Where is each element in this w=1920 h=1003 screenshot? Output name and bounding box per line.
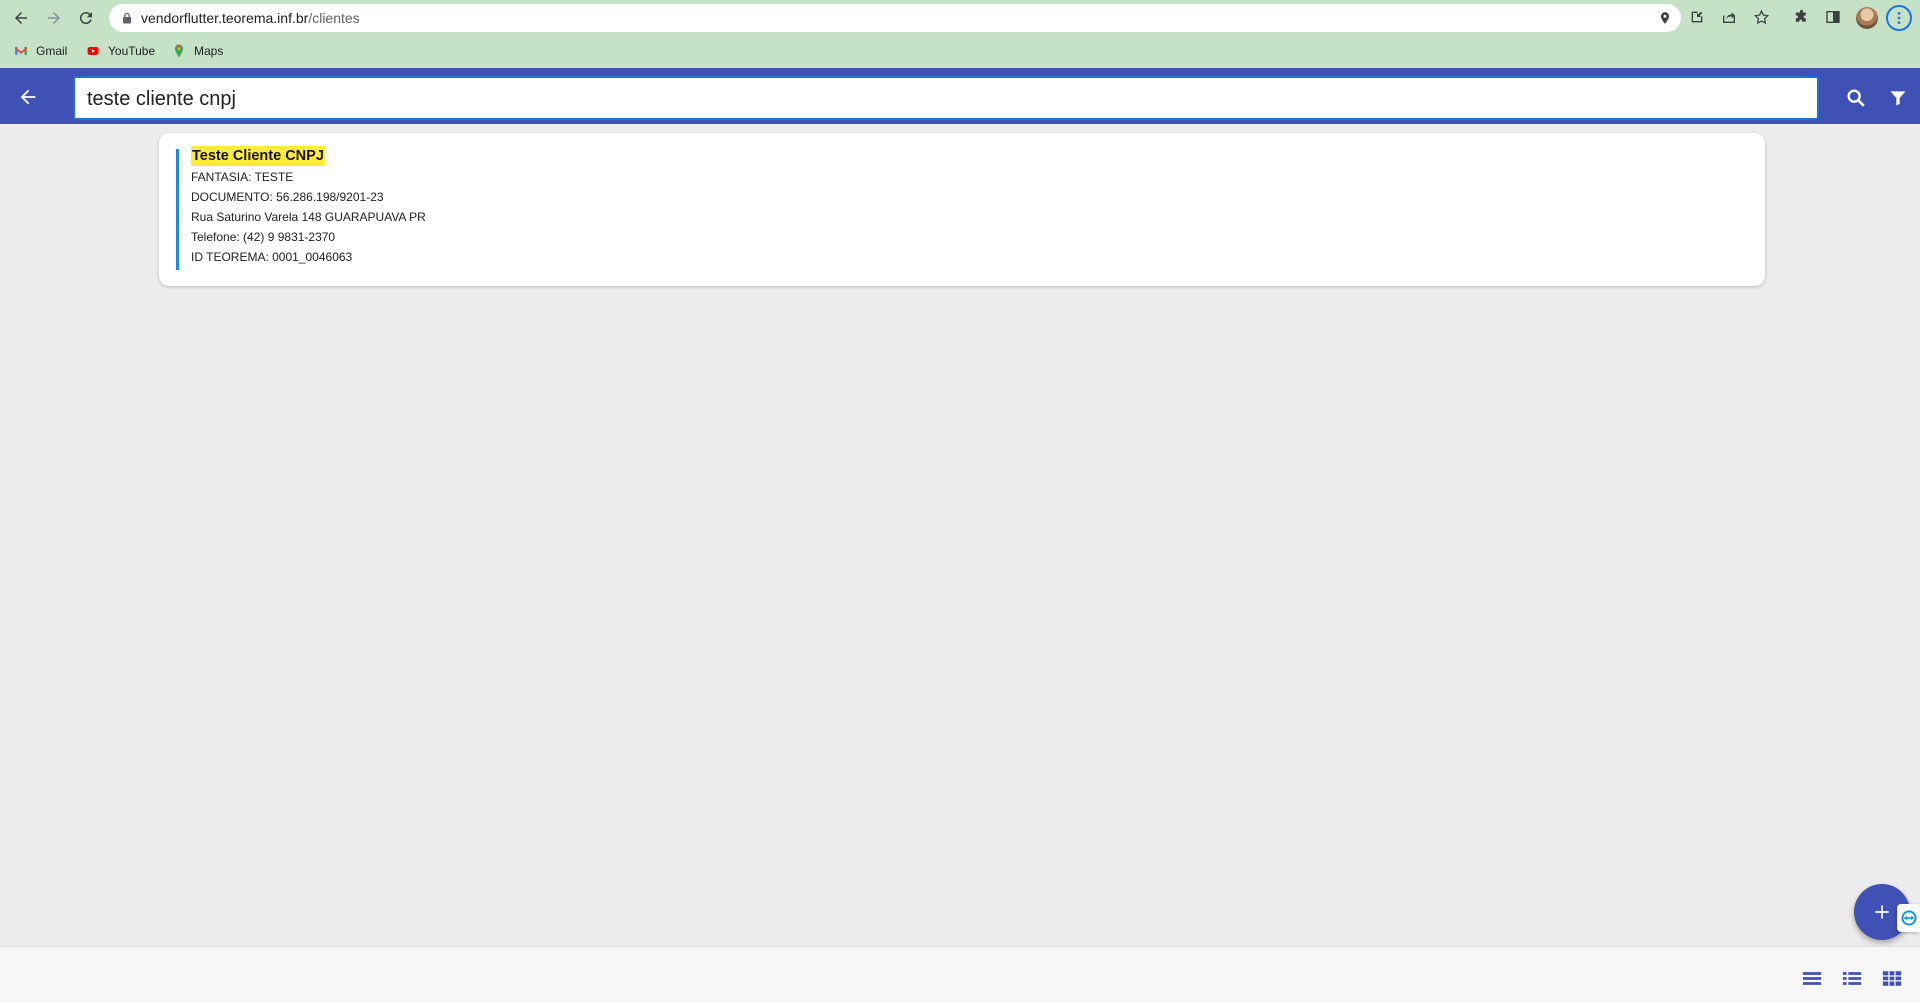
view-module-icon bbox=[1882, 970, 1902, 986]
youtube-icon bbox=[85, 43, 101, 59]
bookmark-youtube[interactable]: YouTube bbox=[85, 43, 155, 59]
lock-icon bbox=[123, 12, 131, 24]
url-text: vendorflutter.teorema.inf.br/clientes bbox=[141, 10, 360, 26]
bookmark-star-icon[interactable] bbox=[1752, 8, 1770, 26]
search-field[interactable] bbox=[73, 76, 1819, 120]
view-mode-bar bbox=[0, 946, 1920, 1003]
view-compact-list-button[interactable] bbox=[1801, 968, 1823, 988]
url-path: /clientes bbox=[308, 10, 360, 26]
app-bar bbox=[0, 68, 1920, 124]
view-headline-icon bbox=[1802, 971, 1822, 985]
arrow-back-icon bbox=[20, 89, 36, 105]
maps-icon bbox=[171, 43, 187, 59]
extensions-icon[interactable] bbox=[1792, 8, 1810, 26]
plus-icon bbox=[1875, 905, 1889, 919]
address-bar[interactable]: vendorflutter.teorema.inf.br/clientes bbox=[109, 4, 1681, 32]
install-app-icon[interactable] bbox=[1688, 8, 1706, 26]
side-panel-icon[interactable] bbox=[1824, 8, 1842, 26]
view-grid-button[interactable] bbox=[1881, 968, 1903, 988]
bookmarks-bar: Gmail YouTube Maps bbox=[0, 36, 1920, 68]
client-endereco: Rua Saturino Varela 148 GUARAPUAVA PR bbox=[191, 210, 426, 224]
bookmark-label: Gmail bbox=[36, 44, 68, 58]
gmail-icon bbox=[13, 43, 29, 59]
teamviewer-icon[interactable] bbox=[1897, 904, 1920, 932]
arrow-right-icon bbox=[48, 12, 60, 24]
client-fantasia: FANTASIA: TESTE bbox=[191, 170, 294, 184]
client-telefone: Telefone: (42) 9 9831-2370 bbox=[191, 230, 336, 244]
view-list-button[interactable] bbox=[1841, 968, 1863, 988]
filter-button[interactable] bbox=[1886, 86, 1910, 110]
results-area: Teste Cliente CNPJ FANTASIA: TESTE DOCUM… bbox=[4, 124, 1916, 946]
card-accent-bar bbox=[176, 149, 179, 270]
browser-back-button[interactable] bbox=[8, 5, 34, 31]
more-vert-icon bbox=[1897, 12, 1901, 24]
client-name: Teste Cliente CNPJ bbox=[191, 146, 325, 166]
share-icon[interactable] bbox=[1720, 8, 1738, 26]
browser-reload-button[interactable] bbox=[73, 5, 99, 31]
client-id-teorema: ID TEOREMA: 0001_0046063 bbox=[191, 250, 353, 264]
browser-toolbar: vendorflutter.teorema.inf.br/clientes bbox=[0, 0, 1920, 36]
search-button[interactable] bbox=[1844, 86, 1868, 110]
back-button[interactable] bbox=[14, 83, 42, 111]
browser-menu-button[interactable] bbox=[1886, 5, 1912, 31]
url-host: vendorflutter.teorema.inf.br bbox=[141, 10, 309, 26]
location-icon[interactable] bbox=[1658, 11, 1672, 25]
bookmark-label: Maps bbox=[194, 44, 224, 58]
client-documento: DOCUMENTO: 56.286.198/9201-23 bbox=[191, 190, 384, 204]
client-card[interactable]: Teste Cliente CNPJ FANTASIA: TESTE DOCUM… bbox=[159, 133, 1765, 286]
bookmark-gmail[interactable]: Gmail bbox=[13, 43, 67, 59]
filter-icon bbox=[1890, 91, 1906, 106]
reload-icon bbox=[79, 12, 92, 25]
arrow-left-icon bbox=[15, 12, 27, 24]
bookmark-label: YouTube bbox=[108, 44, 156, 58]
search-input[interactable] bbox=[87, 86, 1787, 112]
search-icon bbox=[1847, 89, 1865, 107]
profile-avatar[interactable] bbox=[1856, 7, 1878, 29]
view-list-icon bbox=[1842, 971, 1862, 985]
bookmark-maps[interactable]: Maps bbox=[171, 43, 223, 59]
card-body: Teste Cliente CNPJ FANTASIA: TESTE DOCUM… bbox=[191, 146, 426, 267]
browser-forward-button[interactable] bbox=[41, 5, 67, 31]
